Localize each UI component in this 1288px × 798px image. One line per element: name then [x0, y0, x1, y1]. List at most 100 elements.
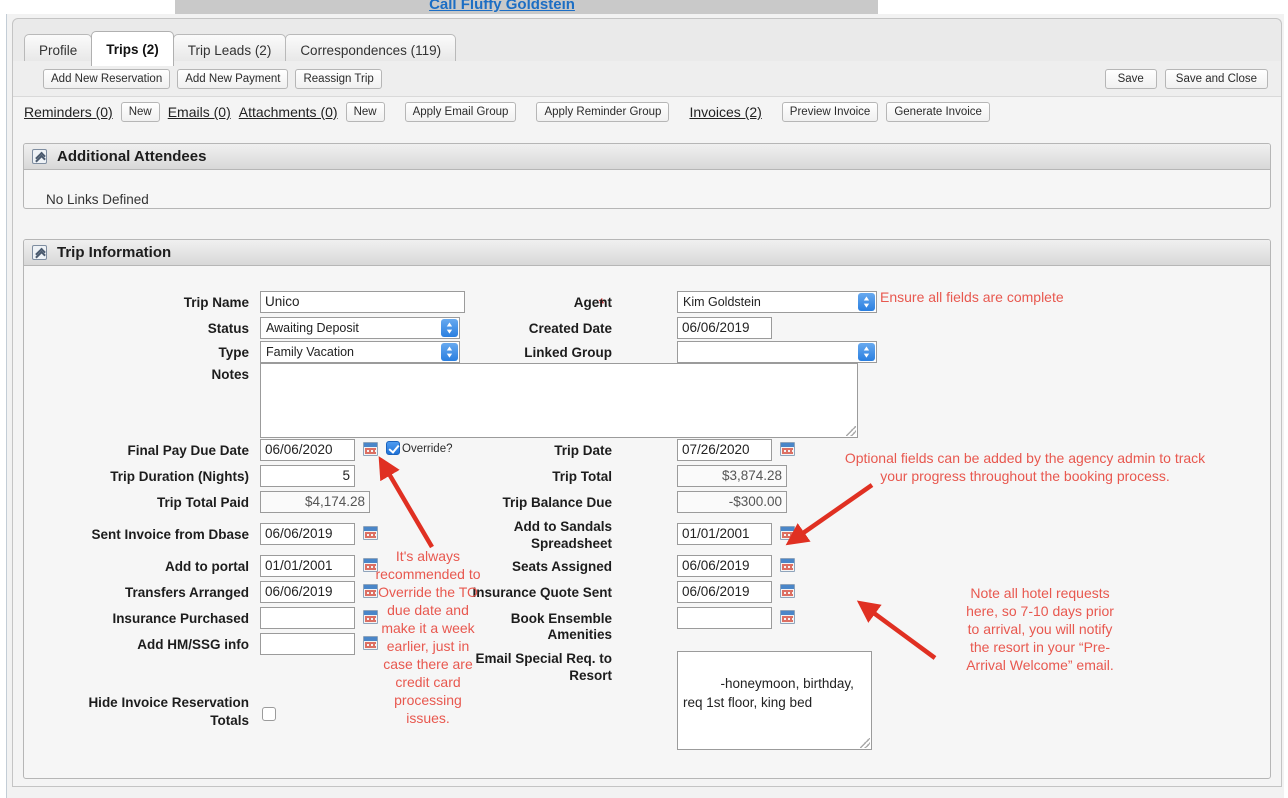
insurance-quote-sent-input[interactable]: 06/06/2019: [677, 581, 772, 603]
trip-date-input[interactable]: 07/26/2020: [677, 439, 772, 461]
label-created-date: Created Date: [528, 321, 612, 336]
calendar-icon[interactable]: [363, 526, 378, 540]
label-trip-total-paid: Trip Total Paid: [156, 495, 249, 510]
add-new-payment-button[interactable]: Add New Payment: [177, 69, 289, 89]
emails-link[interactable]: Emails (0): [168, 104, 231, 120]
email-special-req-textarea[interactable]: -honeymoon, birthday, req 1st floor, kin…: [677, 651, 872, 750]
notes-textarea[interactable]: [260, 363, 858, 438]
status-select-value: Awaiting Deposit: [266, 321, 359, 335]
email-special-req-value: -honeymoon, birthday, req 1st floor, kin…: [683, 676, 858, 710]
linked-group-select[interactable]: ▲ ▼: [677, 341, 877, 363]
sent-invoice-from-dbase-input[interactable]: 06/06/2019: [260, 523, 355, 545]
trip-total-paid-value: $4,174.28: [260, 491, 370, 513]
reassign-trip-button[interactable]: Reassign Trip: [295, 69, 382, 89]
toolbar-right-group: Save Save and Close: [1104, 69, 1268, 89]
label-linked-group: Linked Group: [524, 345, 612, 360]
label-add-hm-ssg-info: Add HM/SSG info: [137, 637, 249, 652]
label-sent-invoice-from-dbase: Sent Invoice from Dbase: [91, 527, 249, 542]
annotation-hotel-requests-note: Note all hotel requests here, so 7-10 da…: [966, 585, 1114, 673]
trip-information-body: Trip Name Unico Status Awaiting Deposit …: [24, 266, 1270, 750]
links-toolbar: Reminders (0) New Emails (0) Attachments…: [13, 97, 1281, 127]
status-select[interactable]: Awaiting Deposit ▲ ▼: [260, 317, 460, 339]
tab-bar: Profile Trips (2) Trip Leads (2) Corresp…: [12, 18, 1282, 66]
add-hm-ssg-info-input[interactable]: [260, 633, 355, 655]
apply-reminder-group-button[interactable]: Apply Reminder Group: [536, 102, 670, 122]
label-trip-name: Trip Name: [183, 295, 249, 310]
chevron-updown-icon: ▲ ▼: [858, 293, 875, 311]
agent-select-value: Kim Goldstein: [683, 295, 761, 309]
chevron-updown-icon: ▲ ▼: [441, 319, 458, 337]
chevron-updown-icon: ▲ ▼: [858, 343, 875, 361]
type-select[interactable]: Family Vacation ▲ ▼: [260, 341, 460, 363]
book-ensemble-amenities-input[interactable]: [677, 607, 772, 629]
resize-grip-icon[interactable]: [846, 426, 856, 436]
toolbar-left-group: Add New Reservation Add New Payment Reas…: [43, 69, 382, 89]
calendar-icon[interactable]: [780, 558, 795, 572]
annotation-optional-fields: Optional fields can be added by the agen…: [844, 450, 1206, 484]
final-pay-due-date-input[interactable]: 06/06/2020: [260, 439, 355, 461]
additional-attendees-header: Additional Attendees: [24, 144, 1270, 170]
attachments-new-button[interactable]: New: [345, 102, 385, 122]
label-trip-duration: Trip Duration (Nights): [110, 469, 249, 484]
label-add-to-portal: Add to portal: [165, 559, 249, 574]
label-type: Type: [218, 345, 249, 360]
action-toolbar: Add New Reservation Add New Payment Reas…: [13, 61, 1281, 97]
save-and-close-button[interactable]: Save and Close: [1164, 69, 1268, 89]
reminders-new-button[interactable]: New: [120, 102, 160, 122]
label-trip-date: Trip Date: [554, 443, 612, 458]
additional-attendees-title: Additional Attendees: [57, 148, 207, 165]
hide-invoice-totals-checkbox[interactable]: [262, 707, 276, 721]
label-agent: Agent: [573, 295, 612, 310]
resize-grip-icon[interactable]: [860, 738, 870, 748]
additional-attendees-section: Additional Attendees No Links Defined: [23, 143, 1271, 209]
calendar-icon[interactable]: [780, 442, 795, 456]
trip-balance-due-value: -$300.00: [677, 491, 787, 513]
created-date-input[interactable]: 06/06/2019: [677, 317, 772, 339]
calendar-icon[interactable]: [780, 610, 795, 624]
reminders-link[interactable]: Reminders (0): [24, 104, 113, 120]
annotation-ensure-fields: Ensure all fields are complete: [880, 289, 1064, 305]
label-final-pay-due-date: Final Pay Due Date: [127, 443, 249, 458]
no-links-defined-text: No Links Defined: [46, 192, 149, 207]
seats-assigned-input[interactable]: 06/06/2019: [677, 555, 772, 577]
label-transfers-arranged: Transfers Arranged: [124, 585, 249, 600]
tab-content-panel: Add New Reservation Add New Payment Reas…: [12, 61, 1282, 787]
add-new-reservation-button[interactable]: Add New Reservation: [43, 69, 171, 89]
trip-information-title: Trip Information: [57, 244, 172, 261]
chevron-up-icon[interactable]: [32, 149, 47, 164]
invoices-link[interactable]: Invoices (2): [689, 104, 761, 120]
trip-information-section: Trip Information Trip Name Unico Status …: [23, 239, 1271, 779]
override-checkbox-label: Override?: [402, 443, 453, 455]
add-to-sandals-spreadsheet-input[interactable]: 01/01/2001: [677, 523, 772, 545]
calendar-icon[interactable]: [780, 584, 795, 598]
links-group: Reminders (0) New Emails (0) Attachments…: [24, 102, 990, 122]
trip-duration-input[interactable]: 5: [260, 465, 355, 487]
attachments-link[interactable]: Attachments (0): [239, 104, 338, 120]
label-status: Status: [207, 321, 249, 336]
trip-information-header: Trip Information: [24, 240, 1270, 266]
label-trip-total: Trip Total: [552, 469, 612, 484]
tab-trips[interactable]: Trips (2): [91, 31, 174, 66]
trip-name-input[interactable]: Unico: [260, 291, 465, 313]
app-screen: Call Fluffy Goldstein Profile Trips (2) …: [0, 0, 1288, 798]
call-contact-link[interactable]: Call Fluffy Goldstein: [0, 0, 1004, 13]
generate-invoice-button[interactable]: Generate Invoice: [886, 102, 990, 122]
save-button[interactable]: Save: [1104, 69, 1157, 89]
label-insurance-purchased: Insurance Purchased: [112, 611, 249, 626]
label-trip-balance-due: Trip Balance Due: [502, 495, 612, 510]
agent-select[interactable]: Kim Goldstein ▲ ▼: [677, 291, 877, 313]
transfers-arranged-input[interactable]: 06/06/2019: [260, 581, 355, 603]
apply-email-group-button[interactable]: Apply Email Group: [404, 102, 517, 122]
additional-attendees-body: No Links Defined: [24, 170, 1270, 207]
chevron-updown-icon: ▲ ▼: [441, 343, 458, 361]
preview-invoice-button[interactable]: Preview Invoice: [781, 102, 879, 122]
calendar-icon[interactable]: [780, 526, 795, 540]
add-to-portal-input[interactable]: 01/01/2001: [260, 555, 355, 577]
calendar-icon[interactable]: [363, 442, 378, 456]
type-select-value: Family Vacation: [266, 345, 354, 359]
trip-total-value: $3,874.28: [677, 465, 787, 487]
label-notes: Notes: [211, 367, 249, 382]
chevron-up-icon[interactable]: [32, 245, 47, 260]
override-checkbox[interactable]: [386, 441, 400, 455]
insurance-purchased-input[interactable]: [260, 607, 355, 629]
